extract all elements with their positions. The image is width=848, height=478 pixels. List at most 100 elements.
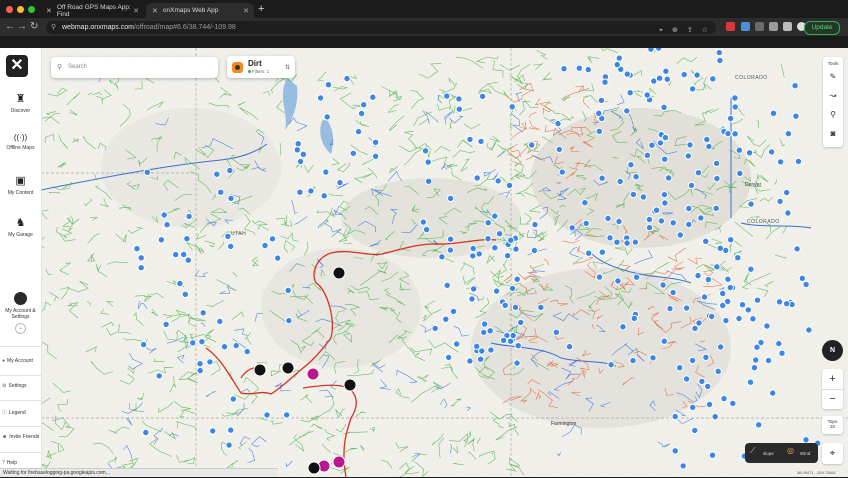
window-maximize-button[interactable] — [28, 6, 35, 13]
onx-logo[interactable]: ✕ — [6, 55, 28, 77]
trailhead-pin — [602, 79, 608, 85]
trailhead-pin — [173, 251, 179, 257]
tab-close-icon[interactable]: ✕ — [46, 7, 52, 15]
trailhead-pin — [736, 315, 742, 321]
trailhead-pin — [732, 104, 738, 110]
sidebar-item-account-settings[interactable]: My Account & Settings ⌄ — [0, 292, 41, 334]
trailhead-pin — [661, 191, 667, 197]
sidebar-item-discover[interactable]: ♜ Discover — [0, 92, 41, 114]
chevron-down-icon[interactable]: ⌄ — [15, 323, 26, 334]
tab-close-icon[interactable]: ✕ — [243, 7, 249, 15]
search-icon: ⚲ — [57, 57, 62, 78]
slope-icon[interactable]: ⟋ — [750, 446, 756, 456]
pencil-icon[interactable]: ✎ — [823, 72, 843, 81]
window-close-button[interactable] — [6, 6, 13, 13]
trailhead-pin — [164, 222, 170, 228]
trailhead-pin — [474, 175, 480, 181]
sidebar-item-label: My Content — [8, 190, 34, 196]
trailhead-pin — [372, 153, 378, 159]
saved-pin-marker — [333, 456, 345, 468]
tab-close-icon[interactable]: ✕ — [152, 7, 158, 15]
tab-onxmaps[interactable]: ✕ onXmaps Web App ✕ — [146, 3, 254, 18]
trailhead-pin — [509, 285, 515, 291]
sidebar-item-settings[interactable]: ⚙Settings — [2, 383, 27, 389]
trailhead-pin — [616, 218, 622, 224]
trailhead-pin — [627, 90, 633, 96]
sidebar-toggle-icon[interactable] — [783, 22, 792, 31]
trailhead-pin — [510, 332, 516, 338]
tab-close-icon[interactable]: ✕ — [133, 7, 139, 15]
window-minimize-button[interactable] — [17, 6, 24, 13]
search-input[interactable]: ⚲ Search — [51, 57, 218, 78]
trailhead-pin — [785, 210, 791, 216]
topo-value: 20 — [822, 424, 843, 429]
update-button[interactable]: Update — [804, 21, 840, 35]
wind-icon[interactable]: ◎ — [787, 446, 794, 455]
trailhead-pin — [720, 302, 726, 308]
sidebar-item-offline-maps[interactable]: ((·)) Offline Maps — [0, 133, 41, 151]
slope-label[interactable]: slope — [763, 451, 774, 456]
tab-off-road-gps[interactable]: ✕ Off Road GPS Maps App: Find ✕ — [40, 3, 144, 18]
trailhead-pin — [197, 361, 203, 367]
sidebar-item-my-garage[interactable]: ♞ My Garage — [0, 216, 41, 238]
trailhead-pin — [713, 205, 719, 211]
trailhead-pin — [717, 57, 723, 63]
trailhead-pin — [646, 224, 652, 230]
route-icon[interactable]: ↝ — [823, 91, 843, 100]
sidebar-item-help[interactable]: ?Help — [2, 460, 17, 466]
trailhead-pin — [799, 275, 805, 281]
trailhead-pin — [709, 313, 715, 319]
new-tab-icon[interactable]: + — [258, 3, 264, 15]
reload-icon[interactable]: ↻ — [30, 21, 38, 32]
trailhead-pin — [633, 274, 639, 280]
trailhead-pin — [670, 220, 676, 226]
trailhead-pin — [698, 215, 704, 221]
trailhead-pin — [779, 350, 785, 356]
trailhead-pin — [614, 61, 620, 67]
camera-icon[interactable]: ◙ — [823, 129, 843, 138]
extension-icon[interactable] — [755, 22, 764, 31]
people-icon: ☻ — [2, 434, 7, 440]
trailhead-pin — [469, 296, 475, 302]
browser-status-bar: Waiting for firebaselogging-pa.googleapi… — [0, 468, 278, 477]
layer-selector[interactable]: Dirt Filters: 1 ⇅ — [227, 56, 295, 78]
site-info-icon[interactable]: ⚲ — [51, 21, 56, 34]
sidebar-item-my-account[interactable]: ●My Account — [2, 358, 33, 364]
trailhead-pin — [672, 413, 678, 419]
trailhead-pin — [556, 146, 562, 152]
extension-icon[interactable] — [726, 22, 735, 31]
sidebar-item-legend[interactable]: ⓘLegend — [2, 409, 26, 416]
zoom-out-button[interactable]: − — [822, 389, 843, 408]
trailhead-pin — [728, 237, 734, 243]
trailhead-pin — [177, 280, 183, 286]
trailhead-pin — [358, 110, 364, 116]
map-canvas[interactable]: UTAH COLORADO COLORADO Denver Farmington — [41, 48, 848, 477]
locate-me-button[interactable]: ⌖ — [822, 443, 843, 464]
trailhead-pin — [582, 200, 588, 206]
trailhead-pin — [776, 299, 782, 305]
extension-icon[interactable] — [741, 22, 750, 31]
extensions-puzzle-icon[interactable] — [769, 22, 778, 31]
trailhead-pin — [717, 344, 723, 350]
trailhead-pin — [138, 265, 144, 271]
address-bar[interactable]: ⚲ webmap.onxmaps.com/offroad/map#6.6/38.… — [46, 21, 716, 34]
compass-button[interactable]: N — [822, 340, 843, 361]
zoom-in-button[interactable]: + — [822, 369, 843, 389]
swap-layer-icon[interactable]: ⇅ — [285, 64, 290, 71]
trailhead-pin — [723, 317, 729, 323]
forward-icon[interactable]: → — [17, 21, 27, 32]
wind-label[interactable]: Wind — [800, 451, 810, 456]
back-icon[interactable]: ← — [5, 21, 15, 32]
sidebar-item-my-content[interactable]: ▣ My Content — [0, 174, 41, 196]
sidebar-item-invite-friends[interactable]: ☻Invite Friends — [2, 434, 39, 440]
topo-button[interactable]: Topo 20 — [822, 416, 843, 434]
trailhead-pin — [228, 243, 234, 249]
trailhead-pin — [736, 147, 742, 153]
pin-icon[interactable]: ⚲ — [823, 110, 843, 119]
trailhead-pin — [784, 189, 790, 195]
trailhead-pin — [214, 171, 220, 177]
trailhead-pin — [230, 396, 236, 402]
trailhead-pin — [185, 257, 191, 263]
trailhead-pin — [624, 71, 630, 77]
trailhead-pin — [485, 220, 491, 226]
